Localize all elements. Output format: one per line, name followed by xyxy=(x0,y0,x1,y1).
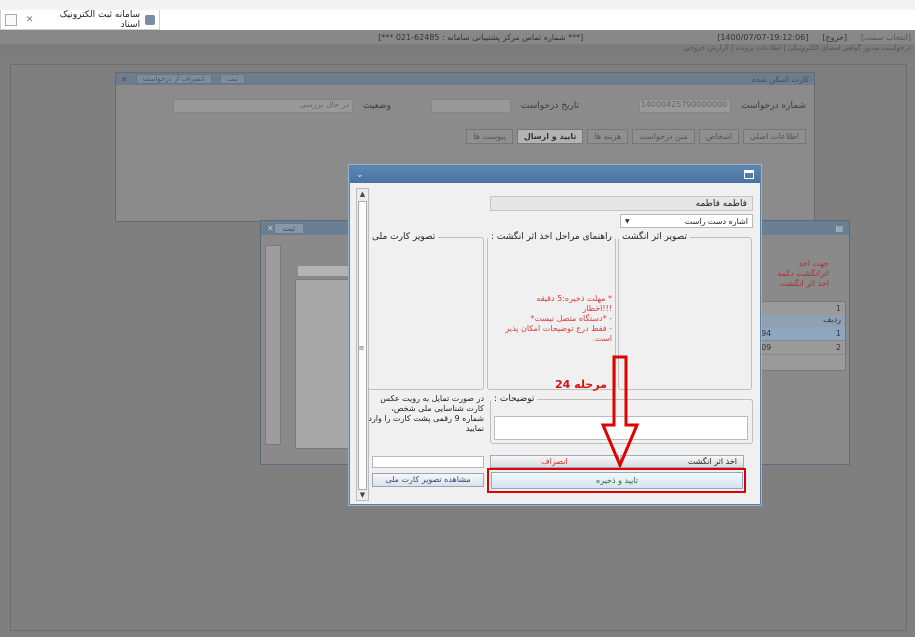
fingerprint-dialog: ⌄ ▲ ≡ ▼ فاطمه فاطمه اشاره دست راست ▼ تصو… xyxy=(349,165,761,505)
window-icon xyxy=(744,170,754,179)
highlight-box xyxy=(487,468,746,493)
view-id-card-button[interactable]: مشاهده تصویر کارت ملی xyxy=(372,473,484,487)
grid-header: ردیف xyxy=(752,315,845,327)
tab-confirm-send[interactable]: تایید و ارسال xyxy=(516,129,584,144)
tab-costs[interactable]: هزینه ها xyxy=(587,129,629,144)
support-text: [*** شماره تماس مرکز پشتیبانی سامانه : 6… xyxy=(378,32,584,42)
scroll-down-icon[interactable]: ▼ xyxy=(358,490,367,500)
guide-text: * مهلت ذخیره:5 دقیقه !!!اخطار - *دستگاه … xyxy=(505,294,612,343)
window-icon: ▤ xyxy=(835,223,843,233)
background-grid: 1 ردیف 994 1 609 2 xyxy=(751,301,846,371)
browser-top-strip xyxy=(0,0,915,10)
register-button[interactable]: ثبت xyxy=(219,74,245,84)
guide-legend: راهنمای مراحل اخذ اثر انگشت : xyxy=(491,232,612,242)
finger-select[interactable]: اشاره دست راست ▼ xyxy=(620,214,753,228)
request-no-label: شماره درخواست xyxy=(741,101,806,111)
table-row[interactable]: 994 1 xyxy=(752,327,845,341)
tab-title: سامانه ثبت الکترونیک اسناد xyxy=(59,9,141,30)
background-field[interactable] xyxy=(297,265,353,277)
user-role-link[interactable]: [انتخاب سمت] xyxy=(861,33,911,42)
request-info-row: شماره درخواست 14000425790000000 تاریخ در… xyxy=(116,99,814,113)
page-number[interactable]: 1 xyxy=(752,302,845,315)
background-image-box xyxy=(295,279,355,449)
close-icon[interactable]: ✕ xyxy=(121,75,128,84)
exit-link[interactable]: [خروج] xyxy=(822,33,847,42)
person-name-field[interactable]: فاطمه فاطمه xyxy=(490,196,753,211)
close-icon[interactable]: ✕ xyxy=(267,224,274,233)
register-button[interactable]: ثبت xyxy=(273,222,305,234)
finger-select-value: اشاره دست راست xyxy=(684,216,748,226)
fingerprint-dialog-header: ⌄ xyxy=(350,166,760,183)
id-card-image-group: تصویر کارت ملی xyxy=(368,232,484,390)
id-card-hint: در صورت تمایل به رویت عکس کارت شناسایی م… xyxy=(368,394,484,433)
down-arrow-icon xyxy=(600,355,640,469)
tab-persons[interactable]: اشخاص xyxy=(698,129,740,144)
status-label: وضعیت xyxy=(363,101,391,111)
tab-attachments[interactable]: پیوست ها xyxy=(466,129,513,144)
description-label: توضیحات : xyxy=(494,394,535,404)
form-tabs: اطلاعات اصلی اشخاص متن درخواست هزینه ها … xyxy=(116,129,814,144)
chevron-down-icon[interactable]: ▼ xyxy=(625,218,630,225)
fingerprint-image-legend: تصویر اثر انگشت xyxy=(622,232,687,242)
request-date-field[interactable] xyxy=(430,99,511,113)
new-tab-icon[interactable] xyxy=(5,13,17,26)
datetime-text: [1400/07/07-19:12:06] xyxy=(717,32,809,42)
site-icon xyxy=(145,14,155,25)
collapse-icon[interactable]: ⌄ xyxy=(356,170,364,180)
background-scrollbar[interactable] xyxy=(265,245,281,445)
scroll-up-icon[interactable]: ▲ xyxy=(358,189,367,199)
tab-request-text[interactable]: متن درخواست xyxy=(632,129,695,144)
form-panel-header: کارت اسکن شده ثبت انصراف از درخواست ✕ xyxy=(116,73,814,85)
form-panel-title: کارت اسکن شده xyxy=(751,74,809,84)
table-row[interactable]: 609 2 xyxy=(752,341,845,355)
tab-main-info[interactable]: اطلاعات اصلی xyxy=(743,129,806,144)
fingerprint-hint-text: جهت اخذ اثرانگشت دکمه اخذ اثر انگشت xyxy=(777,259,829,288)
card-serial-input[interactable] xyxy=(372,456,484,468)
status-field[interactable]: در حال بررسی xyxy=(173,99,354,113)
close-tab-icon[interactable]: ✕ xyxy=(26,15,34,25)
cancel-request-button[interactable]: انصراف از درخواست xyxy=(135,74,212,84)
request-date-label: تاریخ درخواست xyxy=(520,101,580,111)
browser-tab[interactable]: سامانه ثبت الکترونیک اسناد ✕ xyxy=(0,10,160,30)
id-card-legend: تصویر کارت ملی xyxy=(372,232,436,242)
app-header-bar: [انتخاب سمت] [خروج] [1400/07/07-19:12:06… xyxy=(0,30,915,44)
request-no-field[interactable]: 14000425790000000 xyxy=(639,99,732,113)
scroll-grip-icon: ≡ xyxy=(358,344,365,352)
breadcrumb: درخواست صدور گواهی امضای الکترونیکی | اط… xyxy=(0,44,915,56)
